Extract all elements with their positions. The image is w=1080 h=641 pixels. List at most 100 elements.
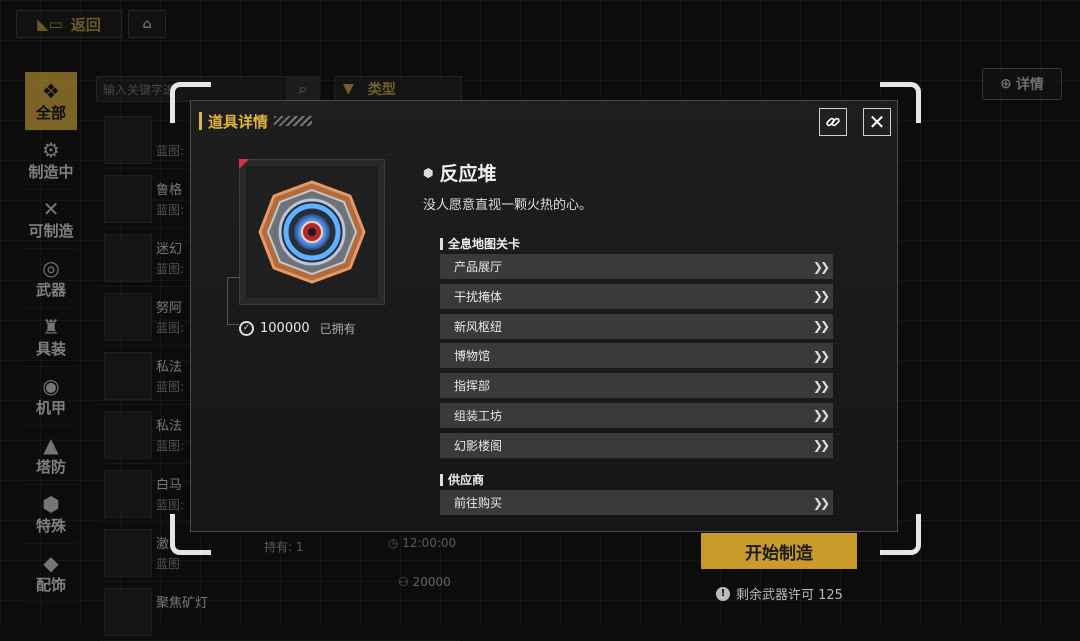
source-item-airflow-hub[interactable]: 新风枢纽 ❯❯ (440, 313, 833, 339)
list-item[interactable]: 聚焦矿灯 (100, 582, 460, 641)
source-item-command-center[interactable]: 指挥部 ❯❯ (440, 373, 833, 399)
connector-line (227, 277, 239, 325)
source-item-phantom-pavilion[interactable]: 幻影楼阁 ❯❯ (440, 432, 833, 458)
source-label: 干扰掩体 (454, 289, 503, 304)
item-image-background (246, 166, 378, 298)
blueprint-thumbnail (104, 175, 152, 223)
link-button[interactable] (819, 108, 847, 136)
item-detail-modal: 道具详情 ✕ ✓ 100000 已拥有 ⬢ 反应堆 没人愿意直视一颗火热的心。 … (190, 100, 898, 532)
sidebar-item-label: 配饰 (35, 575, 66, 594)
sidebar-item-armor[interactable]: ♜ 具装 (25, 308, 77, 367)
blueprint-thumbnail (104, 234, 152, 282)
type-filter-dropdown[interactable]: ▼ 类型 (334, 76, 462, 102)
caret-down-icon: ▼ (343, 81, 354, 97)
title-accent-bar (199, 112, 202, 130)
sidebar-item-special[interactable]: ⬢ 特殊 (25, 485, 77, 544)
go-purchase-button[interactable]: 前往购买 ❯❯ (440, 490, 833, 515)
blueprint-name: 努阿 (156, 301, 183, 316)
source-label: 组装工坊 (454, 408, 503, 423)
source-item-jammer-bunker[interactable]: 干扰掩体 ❯❯ (440, 283, 833, 309)
home-button[interactable]: ⌂ (128, 10, 166, 38)
blueprint-thumbnail (104, 470, 152, 518)
link-icon (826, 117, 840, 127)
item-name: ⬢ 反应堆 (423, 159, 497, 186)
all-icon: ❖ (42, 78, 60, 103)
back-icon: ◣▭ (37, 15, 63, 33)
source-label: 产品展厅 (454, 260, 503, 274)
type-filter-label: 类型 (367, 82, 396, 98)
owned-count: ✓ 100000 已拥有 (239, 320, 356, 337)
sidebar-item-label: 可制造 (28, 221, 74, 240)
blueprint-label: 蓝图: (156, 439, 185, 453)
craft-time-value: 12:00:00 (402, 536, 457, 550)
sidebar-item-label: 机甲 (35, 398, 66, 417)
section-accent-bar (440, 473, 443, 486)
blueprint-label: 蓝图: (156, 321, 185, 335)
search-button[interactable]: ⌕ (286, 76, 320, 102)
blueprint-name: 白马 (156, 478, 183, 493)
double-chevron-right-icon: ❯❯ (812, 259, 830, 274)
section-title: 供应商 (448, 473, 485, 487)
blueprint-label: 蓝图: (156, 144, 185, 158)
blueprint-label: 蓝图: (156, 203, 185, 217)
close-icon: ✕ (868, 110, 886, 134)
category-sidebar: ❖ 全部 ⚙ 制造中 ✕ 可制造 ◎ 武器 ♜ 具装 ◉ 机甲 ▲ 塔防 ⬢ 特 (25, 72, 77, 603)
source-label: 博物馆 (454, 349, 491, 364)
source-list: 产品展厅 ❯❯ 干扰掩体 ❯❯ 新风枢纽 ❯❯ 博物馆 ❯❯ 指挥部 ❯❯ 组装工坊 ❯❯ … (440, 254, 833, 463)
sidebar-item-label: 武器 (35, 280, 66, 299)
mech-icon: ◉ (42, 373, 60, 398)
sidebar-item-tower[interactable]: ▲ 塔防 (25, 426, 77, 485)
search-icon: ⌕ (298, 79, 308, 98)
detail-button-label: 详情 (1015, 77, 1044, 93)
info-icon: ! (716, 586, 730, 601)
back-button[interactable]: ◣▭ 返回 (16, 10, 122, 38)
source-item-product-hall[interactable]: 产品展厅 ❯❯ (440, 254, 833, 279)
blueprint-thumbnail (104, 352, 152, 400)
armor-icon: ♜ (42, 314, 60, 339)
permit-text: 剩余武器许可 125 (736, 588, 843, 603)
sidebar-item-craftable[interactable]: ✕ 可制造 (25, 190, 77, 249)
section-header-sources: 全息地图关卡 (440, 235, 520, 252)
source-label: 指挥部 (454, 379, 491, 394)
source-item-assembly-workshop[interactable]: 组装工坊 ❯❯ (440, 402, 833, 428)
blueprint-craft-time: ◷ 12:00:00 (388, 536, 457, 550)
supplier-action-label: 前往购买 (454, 496, 503, 510)
reactor-core-icon (258, 180, 366, 284)
cost-value: 20000 (412, 575, 451, 589)
close-button[interactable]: ✕ (863, 108, 891, 136)
section-accent-bar (440, 237, 443, 250)
blueprint-thumbnail (104, 116, 152, 164)
zoom-in-icon: ⊕ (1000, 76, 1012, 92)
blueprint-name: 聚焦矿灯 (156, 596, 209, 611)
sidebar-item-label: 特殊 (35, 516, 66, 535)
owned-count-value: 100000 (260, 321, 310, 336)
home-icon: ⌂ (142, 16, 152, 32)
item-image-frame (239, 159, 385, 305)
section-header-supplier: 供应商 (440, 471, 484, 488)
double-chevron-right-icon: ❯❯ (812, 289, 830, 304)
tools-icon: ✕ (42, 196, 60, 221)
blueprint-name: 私法 (156, 419, 183, 434)
blueprint-label: 蓝图: (156, 262, 185, 276)
double-chevron-right-icon: ❯❯ (812, 408, 830, 423)
blueprint-label: 蓝图: (156, 380, 185, 394)
target-icon: ◎ (42, 255, 60, 280)
section-title: 全息地图关卡 (448, 237, 521, 251)
sidebar-item-accessory[interactable]: ◆ 配饰 (25, 544, 77, 603)
blueprint-hold-count: 持有: 1 (264, 540, 304, 554)
blueprint-label: 蓝图: (156, 498, 185, 512)
detail-button[interactable]: ⊕ 详情 (982, 68, 1062, 100)
title-stripes-decoration (274, 116, 313, 126)
start-crafting-button[interactable]: 开始制造 (701, 533, 857, 569)
sidebar-item-weapons[interactable]: ◎ 武器 (25, 249, 77, 308)
hexagon-icon: ⬢ (423, 165, 434, 180)
blueprint-name: 私法 (156, 360, 183, 375)
blueprint-thumbnail (104, 411, 152, 459)
modal-title: 道具详情 (199, 111, 313, 131)
sidebar-item-in-progress[interactable]: ⚙ 制造中 (25, 131, 77, 190)
sidebar-item-mech[interactable]: ◉ 机甲 (25, 367, 77, 426)
double-chevron-right-icon: ❯❯ (812, 495, 830, 510)
source-item-museum[interactable]: 博物馆 ❯❯ (440, 343, 833, 369)
check-circle-icon: ✓ (239, 321, 254, 336)
sidebar-item-all[interactable]: ❖ 全部 (25, 72, 77, 131)
